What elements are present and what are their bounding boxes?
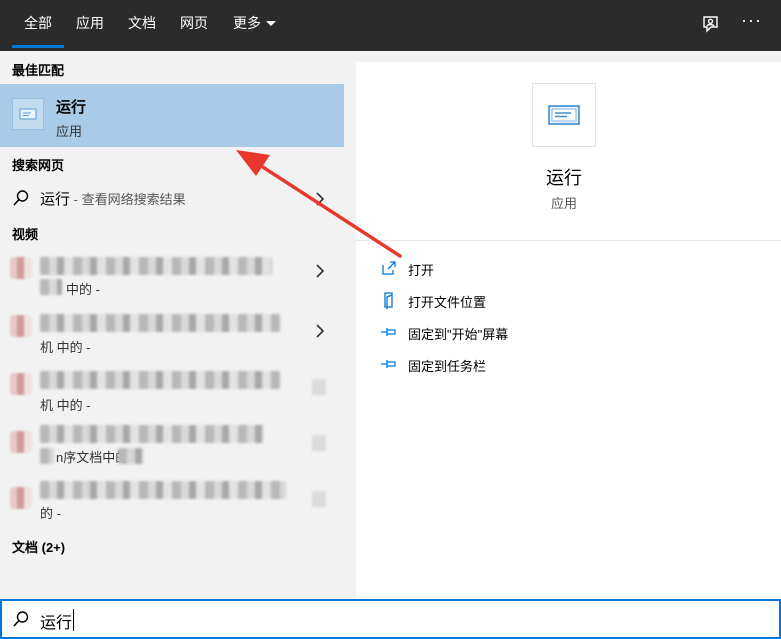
tab-label: 更多 [233,15,261,31]
search-filter-bar: 全部 应用 文档 网页 更多 ··· [0,0,781,51]
open-icon [382,261,396,275]
blurred-title [40,425,264,443]
tab-label: 网页 [180,15,208,31]
video-thumbnail [10,431,32,453]
divider [356,240,781,241]
text-cursor [73,609,74,631]
blurred-title [40,481,286,499]
action-pin-to-start[interactable]: 固定到"开始"屏幕 [380,320,680,346]
tab-apps[interactable]: 应用 [76,0,106,51]
action-label: 固定到"开始"屏幕 [408,327,509,342]
video-item[interactable]: 的 - [0,476,344,534]
blurred-title [40,257,272,275]
action-label: 打开 [408,263,435,278]
action-pin-to-taskbar[interactable]: 固定到任务栏 [380,352,680,378]
section-documents[interactable]: 文档 (2+) [12,537,65,556]
action-open-file-location[interactable]: 打开文件位置 [380,288,680,314]
video-item-subtitle: 中的 - [66,282,100,297]
search-icon [13,190,29,206]
video-item[interactable]: 中的 - [0,246,344,304]
more-options-icon[interactable]: ··· [741,10,765,34]
preview-subtitle: 应用 [550,196,577,211]
preview-panel: 运行 应用 打开 打开文件位置 固定到"开始"屏幕 固定到任务栏 [356,62,781,599]
video-thumbnail [10,315,32,337]
action-label: 打开文件位置 [408,295,487,310]
tab-label: 全部 [24,15,52,31]
video-item[interactable]: n序文档中的 [0,420,344,478]
results-panel: 最佳匹配 运行 应用 搜索网页 运行 - 查看网络搜索结果 视频 中的 - 机 … [0,51,344,599]
search-box[interactable]: 运行 [0,599,781,639]
best-match-item[interactable]: 运行 应用 [0,84,344,147]
blurred-text [312,491,326,507]
video-item[interactable]: 机 中的 - [0,304,344,362]
tab-more[interactable]: 更多 [233,0,283,51]
section-videos: 视频 [12,227,39,242]
pin-icon [381,328,396,336]
search-icon [13,611,29,627]
blurred-text [40,279,62,295]
search-input[interactable]: 运行 [40,609,72,633]
blurred-title [40,314,280,332]
video-item-subtitle: 机 中的 - [40,340,91,355]
blurred-text [312,435,326,451]
video-thumbnail [10,487,32,509]
blurred-text [40,448,54,464]
pin-icon [381,360,396,368]
blurred-text [312,379,326,395]
video-item[interactable]: 机 中的 - [0,362,344,420]
video-thumbnail [10,373,32,395]
web-result-query: 运行 [40,191,71,208]
action-label: 固定到任务栏 [408,359,487,374]
file-location-icon [384,292,393,309]
section-best-match: 最佳匹配 [12,63,65,78]
chevron-down-icon [266,20,276,26]
best-match-title: 运行 [56,99,87,116]
blurred-text [118,448,144,464]
feedback-icon[interactable] [699,13,723,37]
best-match-subtitle: 应用 [56,124,83,139]
web-search-result[interactable]: 运行 - 查看网络搜索结果 [0,182,344,214]
tab-label: 文档 [128,15,156,31]
section-web-search: 搜索网页 [12,158,65,173]
chevron-right-icon[interactable] [315,264,325,278]
tab-web[interactable]: 网页 [180,0,210,51]
web-result-hint: - 查看网络搜索结果 [70,192,186,207]
tab-all[interactable]: 全部 [12,0,64,48]
video-item-subtitle: 的 - [40,506,61,521]
tab-documents[interactable]: 文档 [128,0,158,51]
run-app-icon-large [532,83,596,147]
run-app-icon [12,98,44,130]
video-item-subtitle: 机 中的 - [40,398,91,413]
video-thumbnail [10,257,32,279]
action-open[interactable]: 打开 [380,256,680,282]
blurred-title [40,371,280,389]
chevron-right-icon[interactable] [315,324,325,338]
tab-label: 应用 [76,15,104,31]
chevron-right-icon[interactable] [315,192,325,206]
web-result-text: 运行 - 查看网络搜索结果 [40,188,186,209]
preview-title: 运行 [546,168,582,188]
